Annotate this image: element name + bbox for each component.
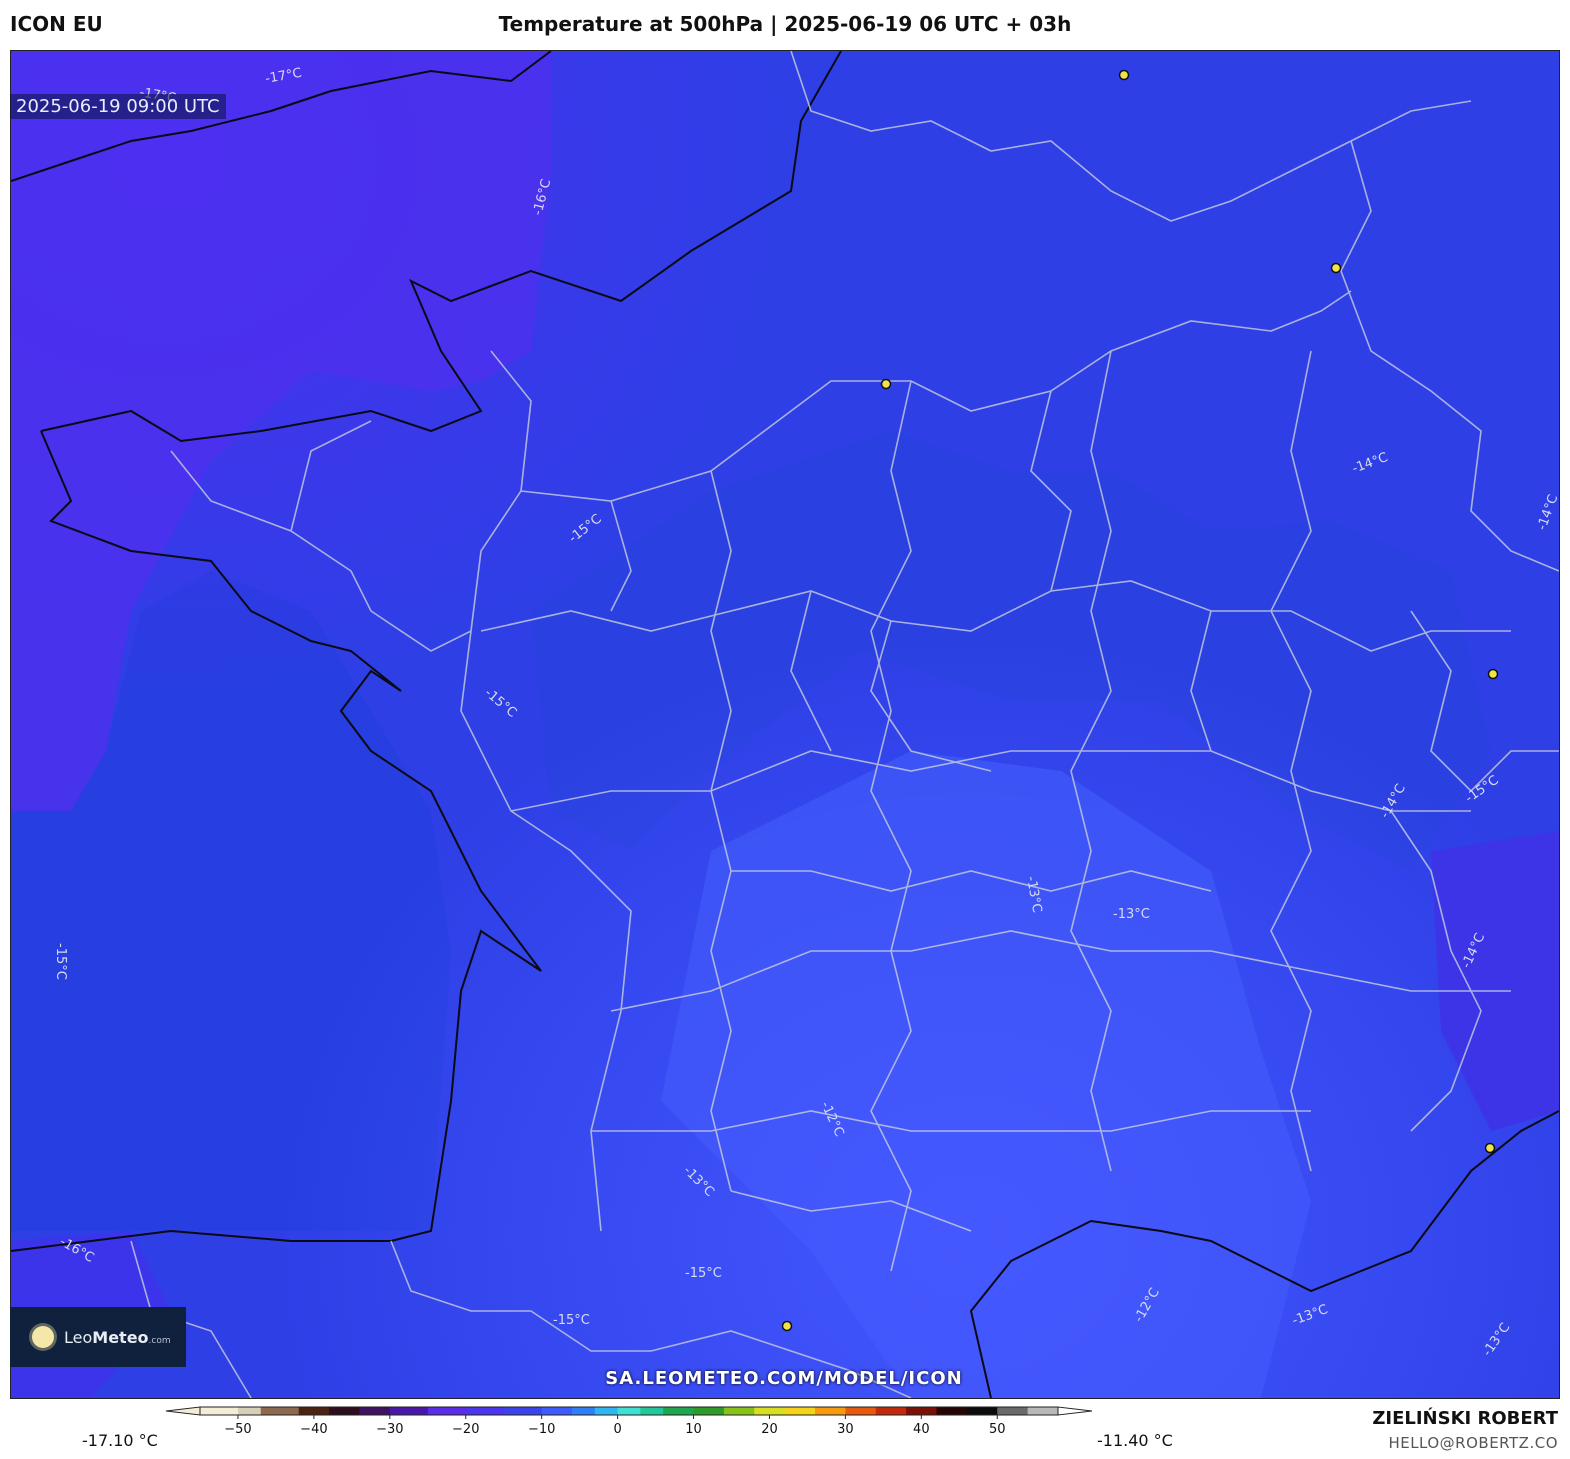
colorbar-cell [298, 1407, 330, 1415]
colorbar-cell [997, 1407, 1029, 1415]
colorbar-cell [389, 1407, 429, 1415]
colorbar-cell [200, 1407, 239, 1415]
colorbar-cell [966, 1407, 998, 1415]
colorbar-cell [906, 1407, 938, 1415]
author-email[interactable]: HELLO@ROBERTZ.CO [1388, 1434, 1558, 1452]
colorbar-tick-label: −20 [452, 1422, 479, 1437]
colorbar-cell [541, 1407, 573, 1415]
colorbar-cell [815, 1407, 846, 1415]
colorbar-arrow-max [1057, 1406, 1093, 1416]
source-url[interactable]: SA.LEOMETEO.COM/MODEL/ICON [0, 1368, 1568, 1389]
colorbar-cell [784, 1407, 816, 1415]
colorbar-cell [260, 1407, 300, 1415]
colorbar-tick-label: 40 [913, 1422, 930, 1437]
colorbar-max-label: -11.40 °C [1097, 1431, 1173, 1450]
colorbar-tick-label: −30 [376, 1422, 403, 1437]
sun-icon [32, 1326, 54, 1348]
colorbar-cell [237, 1407, 262, 1415]
colorbar-cell [723, 1407, 755, 1415]
isotherm-label: -15°C [53, 943, 68, 980]
colorbar-min-label: -17.10 °C [82, 1431, 158, 1450]
colorbar-tick-label: 50 [989, 1422, 1006, 1437]
colorbar-cell [640, 1407, 664, 1415]
city-marker [1484, 1142, 1496, 1154]
temperature-map[interactable]: -17°C -17°C -16°C -15°C -15°C -14°C -14°… [10, 50, 1560, 1399]
colorbar-cell [465, 1407, 505, 1415]
colorbar-cell [329, 1407, 360, 1415]
colorbar-cell [754, 1407, 786, 1415]
isotherm-label: -15°C [553, 1313, 590, 1328]
colorbar-cell [617, 1407, 641, 1415]
colorbar-cell [572, 1407, 596, 1415]
colorbar-tick-label: −50 [224, 1422, 251, 1437]
colorbar-cell [936, 1407, 968, 1415]
city-marker [1330, 262, 1342, 274]
field-cold-nw-glow [11, 51, 1559, 1398]
city-marker [1118, 69, 1130, 81]
city-marker [880, 378, 892, 390]
logo-text: LeoMeteo.com [64, 1327, 171, 1347]
colorbar-cell [693, 1407, 725, 1415]
colorbar-ticks: −50 −40 −30 −20 −10 0 10 20 30 40 50 [224, 1415, 1006, 1437]
city-marker [1487, 668, 1499, 680]
isotherm-label: -15°C [685, 1266, 722, 1281]
colorbar-cell [594, 1407, 619, 1415]
city-marker [781, 1320, 793, 1332]
colorbar-arrow-min [165, 1406, 201, 1416]
valid-time-stamp: 2025-06-19 09:00 UTC [10, 94, 226, 119]
colorbar-tick-label: −10 [528, 1422, 555, 1437]
leometeo-logo[interactable]: LeoMeteo.com [10, 1307, 186, 1367]
chart-title: Temperature at 500hPa | 2025-06-19 06 UT… [498, 12, 1072, 36]
colorbar-cell [663, 1407, 695, 1415]
colorbar-tick-label: 0 [613, 1422, 621, 1437]
colorbar-cell [359, 1407, 391, 1415]
colorbar-tick-label: 30 [837, 1422, 854, 1437]
colorbar-tick-label: 10 [685, 1422, 702, 1437]
colorbar-cell [1027, 1407, 1059, 1415]
map-canvas: -17°C -17°C -16°C -15°C -15°C -14°C -14°… [11, 51, 1559, 1398]
colorbar-cells [199, 1406, 1059, 1416]
colorbar-cell [503, 1407, 543, 1415]
colorbar: −50 −40 −30 −20 −10 0 10 20 30 40 50 [165, 1406, 1093, 1437]
isotherm-label: -13°C [1113, 907, 1150, 922]
colorbar-cell [875, 1407, 907, 1415]
colorbar-tick-label: −40 [300, 1422, 327, 1437]
colorbar-cell [427, 1407, 467, 1415]
colorbar-tick-label: 20 [761, 1422, 778, 1437]
colorbar-cell [845, 1407, 877, 1415]
author-name: ZIELIŃSKI ROBERT [1372, 1408, 1558, 1429]
